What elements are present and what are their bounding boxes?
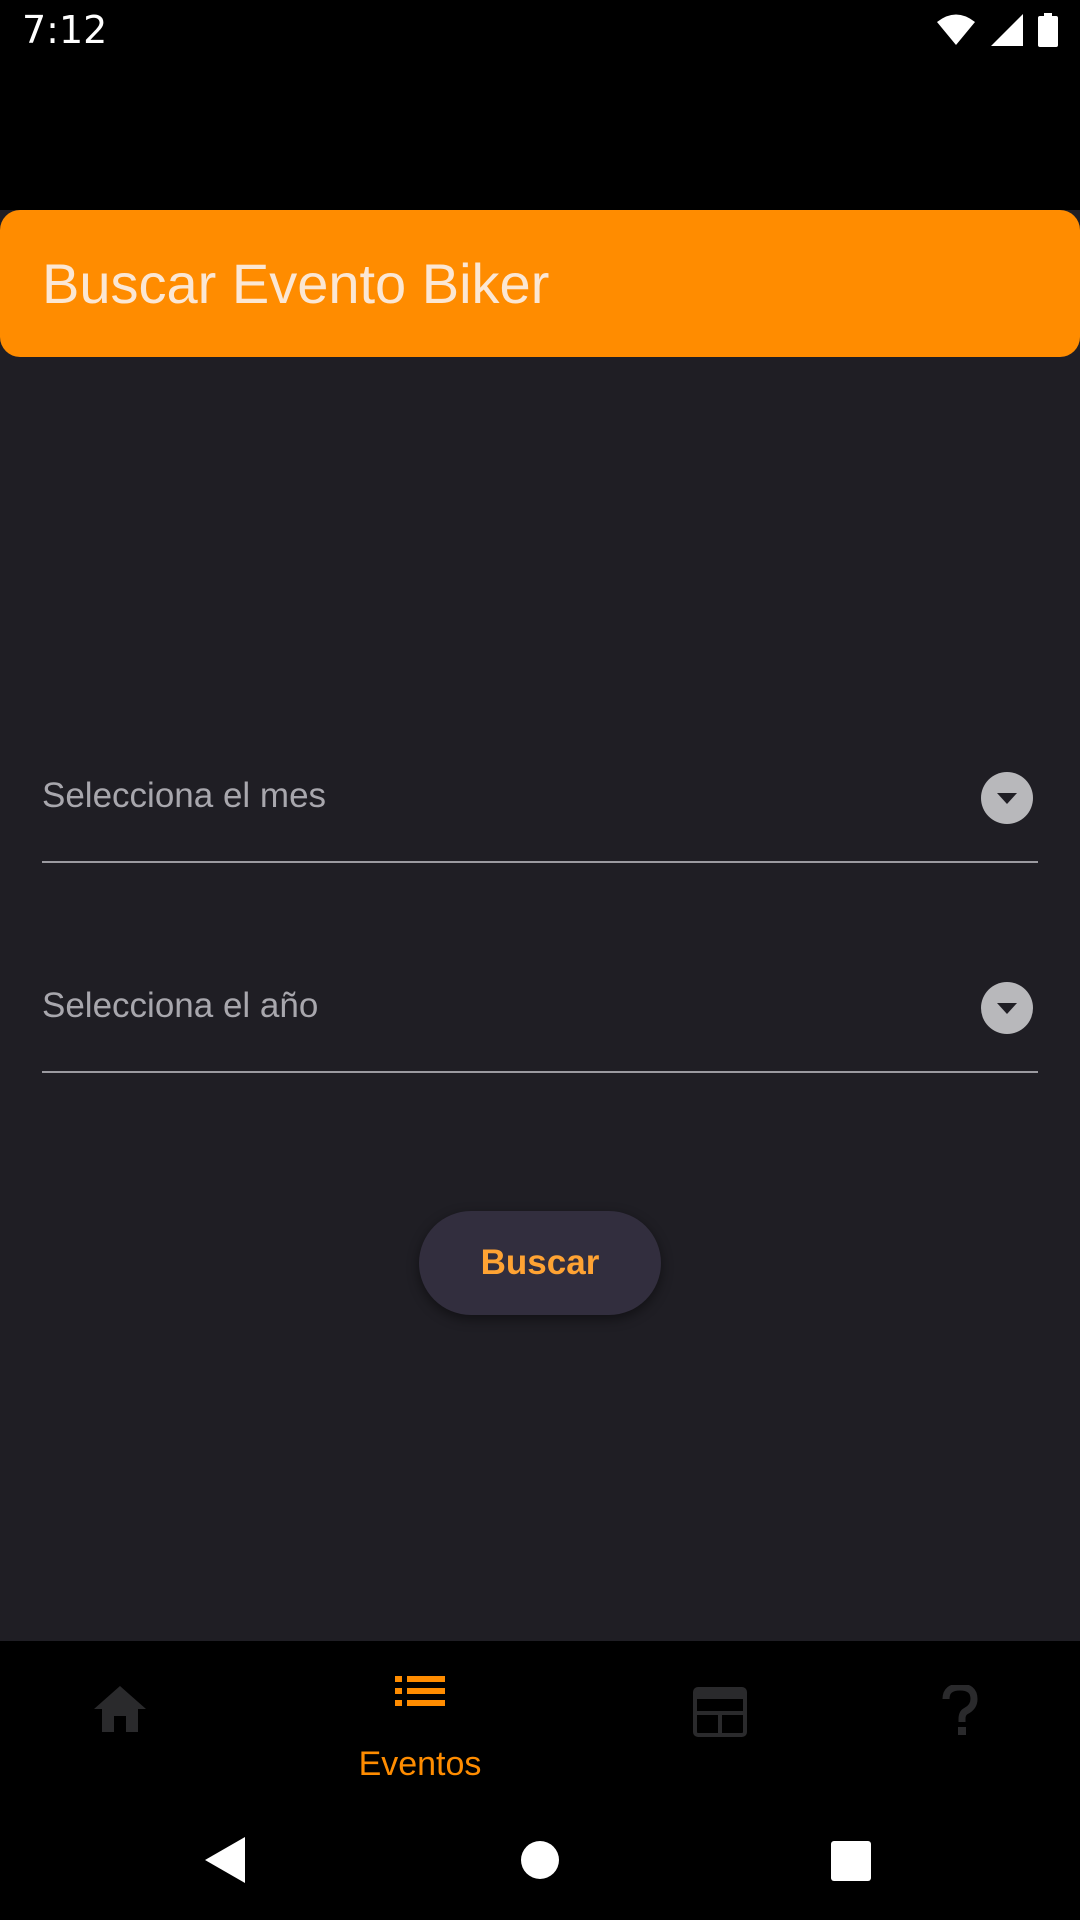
system-nav-bar <box>0 1806 1080 1920</box>
nav-item-home[interactable] <box>0 1641 240 1806</box>
calendar-icon <box>693 1687 747 1737</box>
help-icon <box>942 1685 978 1735</box>
dropdown-arrow-icon[interactable] <box>981 982 1033 1034</box>
top-spacer <box>0 63 1080 210</box>
status-icons <box>936 12 1058 48</box>
nav-item-calendar[interactable] <box>600 1641 840 1806</box>
page-title: Buscar Evento Biker <box>42 252 550 315</box>
status-time: 7:12 <box>22 8 108 52</box>
nav-label-eventos: Eventos <box>358 1745 482 1783</box>
back-icon[interactable] <box>205 1837 245 1883</box>
home-circle-icon[interactable] <box>521 1841 559 1879</box>
status-bar: 7:12 <box>0 0 1080 63</box>
main-screen: Buscar Evento Biker Selecciona el mes Se… <box>0 63 1080 1641</box>
year-dropdown[interactable]: Selecciona el año <box>42 951 1038 1073</box>
app-bar: Buscar Evento Biker <box>0 210 1080 357</box>
wifi-icon <box>937 14 975 45</box>
list-icon <box>395 1676 445 1706</box>
month-dropdown-label: Selecciona el mes <box>42 776 327 815</box>
home-icon <box>94 1686 146 1732</box>
recents-icon[interactable] <box>831 1841 871 1881</box>
bottom-nav: Eventos <box>0 1641 1080 1806</box>
battery-icon <box>1038 13 1058 47</box>
nav-item-help[interactable] <box>840 1641 1080 1806</box>
month-dropdown[interactable]: Selecciona el mes <box>42 741 1038 863</box>
nav-item-eventos[interactable]: Eventos <box>300 1641 540 1806</box>
dropdown-arrow-icon[interactable] <box>981 772 1033 824</box>
search-button[interactable]: Buscar <box>419 1211 661 1315</box>
year-dropdown-label: Selecciona el año <box>42 986 319 1025</box>
signal-icon <box>991 14 1023 46</box>
